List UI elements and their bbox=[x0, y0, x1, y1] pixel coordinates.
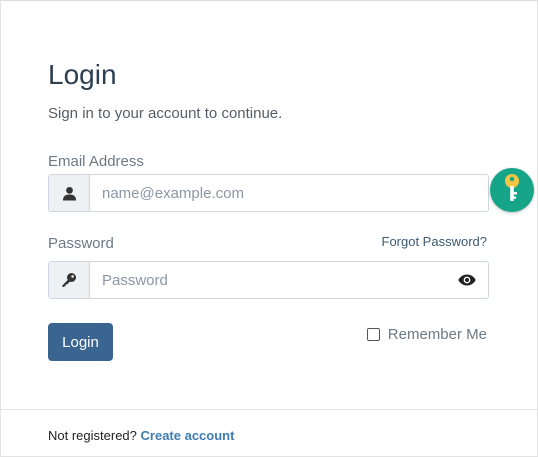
footer-prompt: Not registered? bbox=[48, 428, 137, 443]
page-subtitle: Sign in to your account to continue. bbox=[48, 105, 283, 122]
user-icon bbox=[49, 175, 90, 211]
footer: Not registered? Create account bbox=[48, 428, 234, 443]
eye-icon[interactable] bbox=[446, 262, 488, 298]
remember-me-checkbox[interactable] bbox=[366, 328, 380, 341]
forgot-password-link[interactable]: Forgot Password? bbox=[382, 234, 488, 249]
key-icon bbox=[501, 173, 523, 208]
password-field[interactable] bbox=[90, 262, 446, 298]
email-field[interactable] bbox=[90, 175, 488, 211]
footer-divider bbox=[1, 409, 538, 410]
key-icon bbox=[49, 262, 90, 298]
page-title: Login bbox=[48, 59, 117, 90]
floating-key-button[interactable] bbox=[490, 168, 534, 212]
password-input-group bbox=[48, 261, 489, 299]
login-button[interactable]: Login bbox=[48, 323, 113, 361]
email-input-group bbox=[48, 174, 489, 212]
remember-me[interactable]: Remember Me bbox=[366, 326, 487, 343]
login-card: Login Sign in to your account to continu… bbox=[0, 0, 538, 457]
create-account-link[interactable]: Create account bbox=[141, 428, 235, 443]
password-label: Password bbox=[48, 235, 114, 252]
email-label: Email Address bbox=[48, 153, 144, 170]
remember-me-label: Remember Me bbox=[387, 326, 487, 343]
